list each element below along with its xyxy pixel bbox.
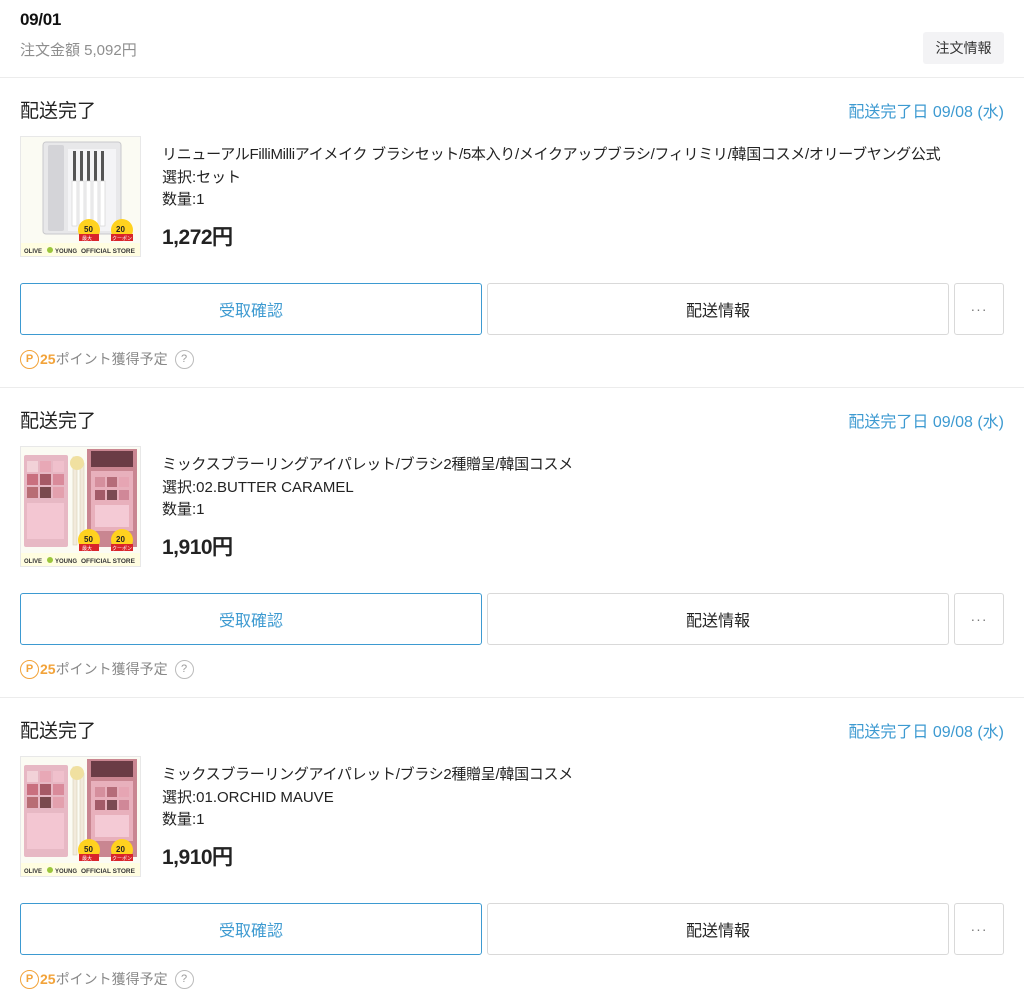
product-name[interactable]: ミックスブラーリングアイパレット/ブラシ2種贈呈/韓国コスメ	[162, 763, 573, 784]
eye-palette-image: 50 最大 20 クーポン OLIVE YOUNG OFFICIAL STORE	[21, 757, 140, 876]
product-quantity: 数量:1	[162, 501, 205, 518]
footer-store: OFFICIAL STORE	[81, 868, 136, 875]
badge-right-text: 20	[116, 535, 125, 544]
product-name[interactable]: ミックスブラーリングアイパレット/ブラシ2種贈呈/韓国コスメ	[162, 453, 573, 474]
footer-brand: OLIVE	[24, 249, 42, 255]
delivered-date-link[interactable]: 配送完了日 09/08 (水)	[848, 98, 1004, 122]
product-price: 1,910円	[162, 536, 233, 559]
product-quantity: 数量:1	[162, 191, 205, 208]
order-item: 配送完了 配送完了日 09/08 (水) 50 最大 20 クーポン OLIVE…	[0, 698, 1024, 997]
delivered-date-link[interactable]: 配送完了日 09/08 (水)	[848, 408, 1004, 432]
more-options-button[interactable]: ···	[954, 903, 1004, 955]
points-text: ポイント獲得予定	[55, 661, 168, 677]
help-icon[interactable]: ?	[174, 969, 194, 989]
order-header: 09/01 注文金額 5,092円 注文情報	[0, 0, 1024, 78]
footer-brand2: YOUNG	[55, 869, 77, 875]
badge-right-sub: クーポン	[112, 855, 132, 862]
points-icon: P	[20, 349, 39, 369]
footer-brand2: YOUNG	[55, 559, 77, 565]
eye-palette-image: 50 最大 20 クーポン OLIVE YOUNG OFFICIAL STORE	[21, 447, 140, 566]
order-date: 09/01	[20, 10, 62, 29]
points-count: 25	[40, 351, 56, 367]
shipping-info-button[interactable]: 配送情報	[487, 283, 949, 335]
brush-set-image: 50 最大 20 クーポン OLIVE YOUNG OFFICIAL STORE	[21, 137, 140, 256]
order-total: 注文金額 5,092円	[20, 42, 137, 59]
points-info: P 25 ポイント獲得予定 ?	[20, 658, 194, 680]
shipping-info-button[interactable]: 配送情報	[487, 903, 949, 955]
footer-brand2: YOUNG	[55, 249, 77, 255]
footer-store: OFFICIAL STORE	[81, 248, 136, 255]
receipt-confirm-button[interactable]: 受取確認	[20, 283, 482, 335]
badge-right-text: 20	[116, 845, 125, 854]
product-thumbnail[interactable]: 50 最大 20 クーポン OLIVE YOUNG OFFICIAL STORE	[20, 446, 141, 567]
product-thumbnail[interactable]: 50 最大 20 クーポン OLIVE YOUNG OFFICIAL STORE	[20, 136, 141, 257]
badge-left-text: 50	[84, 535, 93, 544]
badge-right-sub: クーポン	[112, 545, 132, 552]
order-info-button[interactable]: 注文情報	[923, 32, 1004, 64]
product-thumbnail[interactable]: 50 最大 20 クーポン OLIVE YOUNG OFFICIAL STORE	[20, 756, 141, 877]
points-text: ポイント獲得予定	[55, 351, 168, 367]
points-count: 25	[40, 971, 56, 987]
points-icon: P	[20, 659, 39, 679]
help-icon[interactable]: ?	[174, 349, 194, 369]
more-options-button[interactable]: ···	[954, 593, 1004, 645]
product-option: 選択:01.ORCHID MAUVE	[162, 789, 334, 806]
product-option: 選択:02.BUTTER CARAMEL	[162, 479, 354, 496]
product-quantity: 数量:1	[162, 811, 205, 828]
points-info: P 25 ポイント獲得予定 ?	[20, 348, 194, 370]
order-item: 配送完了 配送完了日 09/08 (水) 50 最大 20 クーポン OLIVE…	[0, 78, 1024, 388]
more-options-button[interactable]: ···	[954, 283, 1004, 335]
product-option: 選択:セット	[162, 169, 242, 186]
points-count: 25	[40, 661, 56, 677]
badge-left-sub: 最大	[82, 235, 92, 242]
footer-brand: OLIVE	[24, 559, 42, 565]
order-item: 配送完了 配送完了日 09/08 (水) 50 最大 20 クーポン OLIVE…	[0, 388, 1024, 698]
delivery-status: 配送完了	[20, 721, 97, 742]
badge-right-text: 20	[116, 225, 125, 234]
product-price: 1,910円	[162, 846, 233, 869]
footer-store: OFFICIAL STORE	[81, 558, 136, 565]
product-price: 1,272円	[162, 226, 233, 249]
delivery-status: 配送完了	[20, 411, 97, 432]
delivered-date-link[interactable]: 配送完了日 09/08 (水)	[848, 718, 1004, 742]
delivery-status: 配送完了	[20, 101, 97, 122]
receipt-confirm-button[interactable]: 受取確認	[20, 903, 482, 955]
shipping-info-button[interactable]: 配送情報	[487, 593, 949, 645]
badge-left-text: 50	[84, 225, 93, 234]
badge-right-sub: クーポン	[112, 235, 132, 242]
product-name[interactable]: リニューアルFilliMilliアイメイク ブラシセット/5本入り/メイクアップ…	[162, 143, 941, 164]
footer-brand: OLIVE	[24, 869, 42, 875]
points-text: ポイント獲得予定	[55, 971, 168, 987]
points-info: P 25 ポイント獲得予定 ?	[20, 968, 194, 990]
receipt-confirm-button[interactable]: 受取確認	[20, 593, 482, 645]
points-icon: P	[20, 969, 39, 989]
help-icon[interactable]: ?	[174, 659, 194, 679]
badge-left-sub: 最大	[82, 545, 92, 552]
badge-left-text: 50	[84, 845, 93, 854]
badge-left-sub: 最大	[82, 855, 92, 862]
